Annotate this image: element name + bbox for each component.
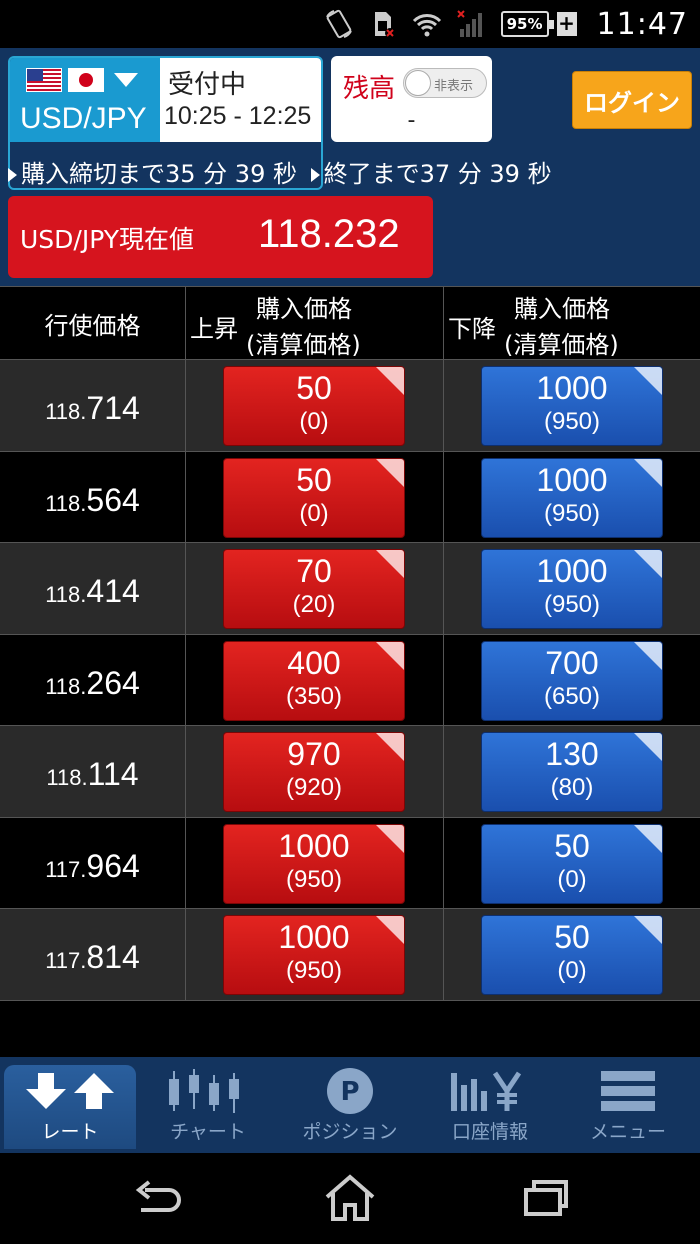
buy-down-button[interactable]: 50 (0) — [481, 915, 663, 995]
svg-text:P: P — [340, 1077, 359, 1107]
end-countdown: 終了まで37 分 39 秒 — [323, 160, 552, 188]
countdown-bar: 購入締切まで35 分 39 秒 終了まで37 分 39 秒 — [8, 154, 552, 189]
down-direction-label: 下降 — [448, 315, 496, 343]
corner-fold-icon — [634, 733, 662, 761]
corner-fold-icon — [634, 916, 662, 944]
buy-up-button[interactable]: 400 (350) — [223, 640, 405, 721]
rate-table: 118. 714 50 (0) 1000 (950) 118. 564 50 (0) 10… — [0, 360, 700, 1001]
buy-down-button[interactable]: 1000 (950) — [481, 457, 663, 538]
balance-label: 残高 — [343, 74, 396, 104]
strike-price: 118. 264 — [0, 634, 186, 726]
purchase-price-label: 購入価格 — [514, 295, 610, 323]
battery-indicator: 95% — [500, 11, 554, 37]
signal-icon — [456, 9, 486, 39]
strike-price: 117. 814 — [0, 909, 186, 1000]
buy-down-button[interactable]: 700 (650) — [481, 640, 663, 721]
current-price-label: USD/JPY現在値 — [20, 225, 195, 254]
table-row: 118. 414 70 (20) 1000 (950) — [0, 543, 700, 635]
trading-status: 受付中 — [168, 70, 247, 100]
balance-panel: 残高 非表示 - — [331, 56, 492, 142]
status-clock: 11:47 — [596, 6, 688, 42]
us-flag-icon — [26, 68, 62, 92]
corner-fold-icon — [634, 641, 662, 670]
sim-card-icon — [368, 9, 398, 39]
current-price-panel: USD/JPY現在値 118.232 — [8, 196, 433, 278]
chevron-down-icon — [114, 73, 138, 87]
balance-value: - — [407, 108, 416, 133]
corner-fold-icon — [376, 824, 404, 853]
buy-down-button[interactable]: 50 (0) — [481, 823, 663, 904]
balance-visibility-toggle[interactable]: 非表示 — [403, 68, 487, 98]
corner-fold-icon — [376, 733, 404, 761]
table-row: 118. 714 50 (0) 1000 (950) — [0, 360, 700, 452]
system-nav-bar — [0, 1153, 700, 1244]
charging-plus-icon: + — [556, 11, 577, 36]
rate-table-header: 行使価格 上昇 購入価格 (清算価格) 下降 購入価格 (清算価格) — [0, 286, 700, 360]
corner-fold-icon — [376, 458, 404, 487]
home-icon[interactable] — [320, 1173, 380, 1223]
column-header-up: 上昇 購入価格 (清算価格) — [186, 287, 444, 359]
account-yen-icon — [424, 1065, 556, 1117]
column-header-down: 下降 購入価格 (清算価格) — [444, 287, 700, 359]
nav-account[interactable]: 口座情報 — [424, 1065, 556, 1149]
table-row: 118. 264 400 (350) 700 (650) — [0, 634, 700, 726]
pair-name: USD/JPY — [20, 102, 147, 135]
corner-fold-icon — [634, 458, 662, 487]
settlement-price-label: (清算価格) — [504, 331, 619, 359]
current-price-value: 118.232 — [258, 212, 400, 256]
corner-fold-icon — [634, 367, 662, 395]
strike-price: 118. 114 — [0, 726, 186, 817]
corner-fold-icon — [376, 916, 404, 944]
table-row: 117. 814 1000 (950) 50 (0) — [0, 909, 700, 1001]
buy-up-button[interactable]: 1000 (950) — [223, 915, 405, 995]
play-arrow-icon — [310, 168, 320, 182]
login-button[interactable]: ログイン — [572, 71, 692, 129]
buy-down-button[interactable]: 1000 (950) — [481, 549, 663, 629]
buy-up-button[interactable]: 70 (20) — [223, 549, 405, 629]
purchase-deadline-countdown: 購入締切まで35 分 39 秒 — [21, 160, 297, 188]
nav-chart[interactable]: チャート — [142, 1065, 274, 1149]
menu-icon — [562, 1065, 694, 1117]
table-row: 118. 114 970 (920) 130 (80) — [0, 726, 700, 818]
strike-price: 118. 564 — [0, 451, 186, 543]
app-header: USD/JPY 受付中 10:25 - 12:25 残高 非表示 - ログイン … — [0, 48, 700, 286]
strike-price: 118. 414 — [0, 543, 186, 634]
buy-up-button[interactable]: 50 (0) — [223, 366, 405, 446]
buy-up-button[interactable]: 970 (920) — [223, 732, 405, 812]
play-arrow-icon — [8, 168, 17, 182]
table-row: 118. 564 50 (0) 1000 (950) — [0, 451, 700, 543]
strike-price: 118. 714 — [0, 360, 186, 451]
buy-down-button[interactable]: 130 (80) — [481, 732, 663, 812]
table-row: 117. 964 1000 (950) 50 (0) — [0, 817, 700, 909]
up-direction-label: 上昇 — [190, 315, 238, 343]
buy-up-button[interactable]: 50 (0) — [223, 457, 405, 538]
toggle-knob — [405, 70, 431, 96]
toggle-label: 非表示 — [434, 79, 474, 94]
nav-rate[interactable]: レート — [4, 1065, 136, 1149]
corner-fold-icon — [376, 641, 404, 670]
settlement-price-label: (清算価格) — [246, 331, 361, 359]
corner-fold-icon — [634, 550, 662, 578]
corner-fold-icon — [376, 367, 404, 395]
trading-hours: 10:25 - 12:25 — [164, 102, 312, 130]
back-icon[interactable] — [126, 1173, 186, 1223]
wifi-icon — [412, 9, 442, 39]
nav-position[interactable]: P ポジション — [284, 1065, 416, 1149]
corner-fold-icon — [376, 550, 404, 578]
rate-arrows-icon — [4, 1065, 136, 1117]
candlestick-chart-icon — [142, 1065, 274, 1117]
jp-flag-icon — [68, 68, 104, 92]
nav-menu[interactable]: メニュー — [562, 1065, 694, 1149]
position-p-icon: P — [284, 1065, 416, 1117]
column-header-strike: 行使価格 — [0, 287, 186, 359]
corner-fold-icon — [634, 824, 662, 853]
rotation-lock-icon — [324, 9, 354, 39]
recent-apps-icon[interactable] — [516, 1173, 576, 1223]
strike-price: 117. 964 — [0, 817, 186, 909]
buy-down-button[interactable]: 1000 (950) — [481, 366, 663, 446]
status-bar: 95% + 11:47 — [0, 0, 700, 48]
buy-up-button[interactable]: 1000 (950) — [223, 823, 405, 904]
bottom-nav: レート チャート P ポジション 口座情報 メニュー — [0, 1057, 700, 1153]
purchase-price-label: 購入価格 — [256, 295, 352, 323]
